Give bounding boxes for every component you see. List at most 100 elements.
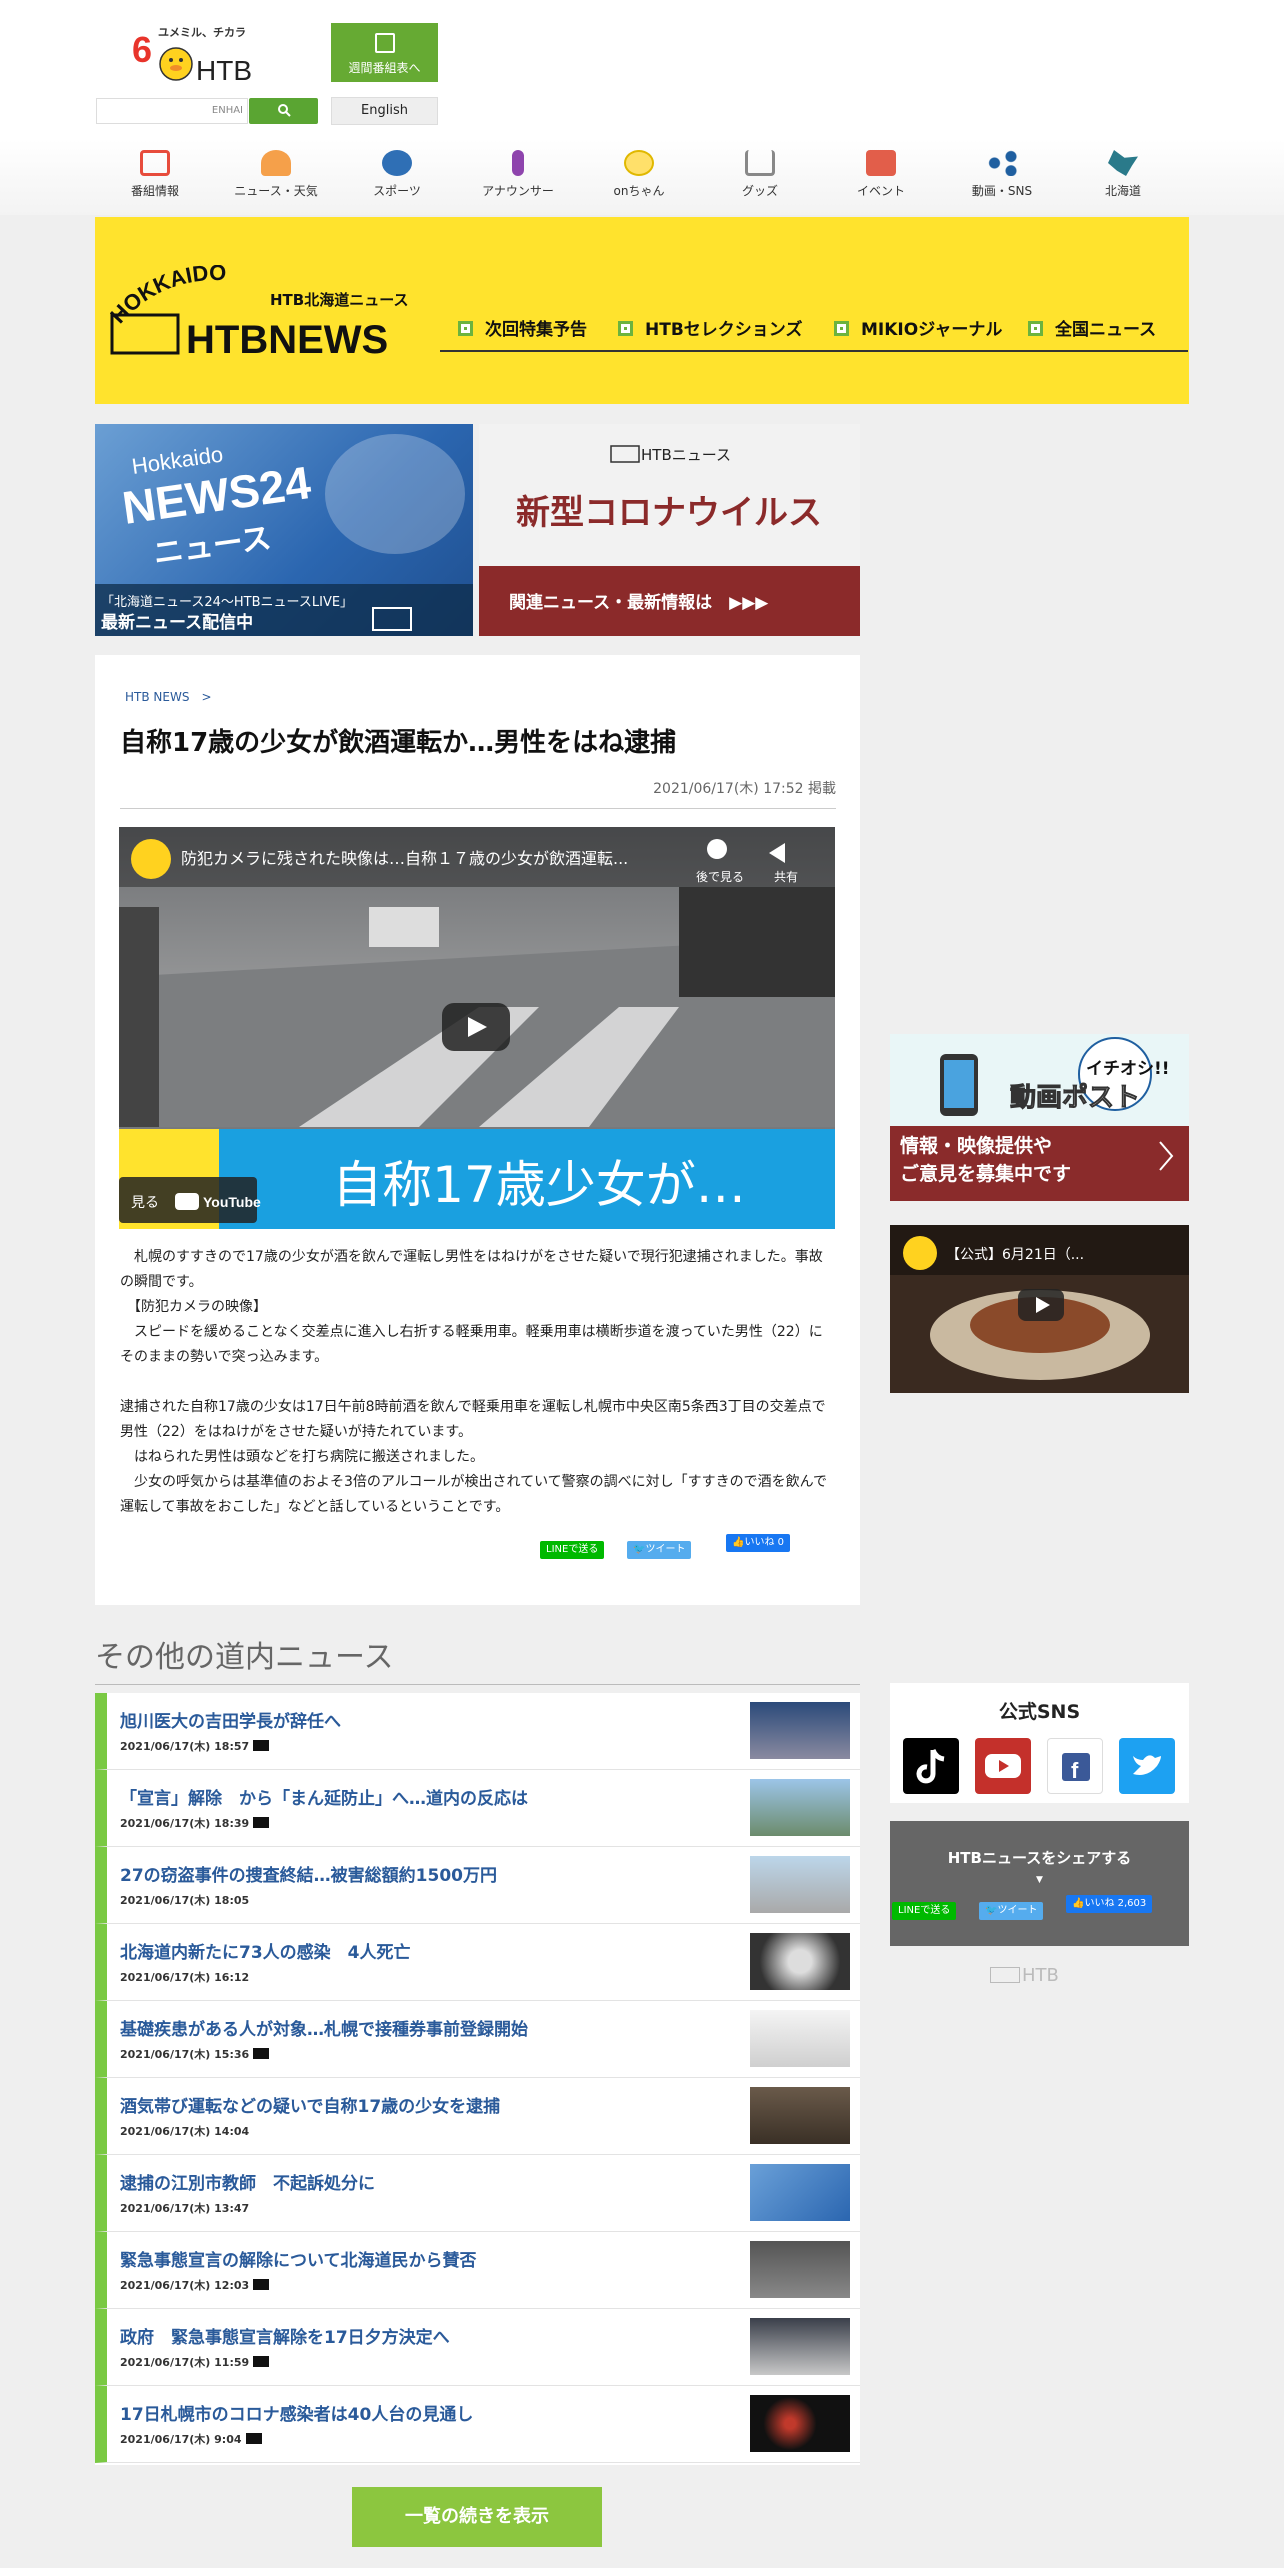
list-thumbnail[interactable] [750,1856,850,1913]
youtube-player[interactable]: 防犯カメラに残された映像は…自称１７歳の少女が飲酒運転... 後で見る 共有 自… [119,827,835,1229]
tab-next-feature[interactable]: 次回特集予告 [458,315,587,340]
tiktok-icon[interactable] [903,1738,959,1794]
list-thumbnail[interactable] [750,2010,850,2067]
logo-sub: HTB北海道ニュース [270,291,408,309]
list-thumbnail[interactable] [750,2395,850,2452]
list-item[interactable]: 政府 緊急事態宣言解除を17日夕方決定へ 2021/06/17(木) 11:59 [95,2309,860,2386]
tab-national-news[interactable]: 全国ニュース [1028,315,1156,340]
sidebar-facebook-like-button[interactable]: 👍いいね 2,603 [1066,1895,1153,1913]
list-item-title[interactable]: 北海道内新たに73人の感染 4人死亡 [120,1938,411,1963]
list-item[interactable]: 基礎疾患がある人が対象…札幌で接種券事前登録開始 2021/06/17(木) 15… [95,2001,860,2078]
list-item[interactable]: 27の窃盗事件の捜査終結…被害総額約1500万円 2021/06/17(木) 18… [95,1847,860,1924]
logo-news: HTBNEWS [186,318,388,362]
breadcrumb[interactable]: HTB NEWS > [125,688,212,705]
search-placeholder: ENHAI [211,105,243,116]
list-thumbnail[interactable] [750,1779,850,1836]
list-item-date: 2021/06/17(木) 15:36 [120,2048,250,2061]
list-item-title[interactable]: 基礎疾患がある人が対象…札幌で接種券事前登録開始 [120,2015,528,2040]
nav-item-onchan[interactable]: onちゃん [579,150,699,199]
news24-sub: ニュース [151,521,273,572]
sidebar-tweet-button[interactable]: 🐦ツイート [979,1902,1044,1920]
list-thumbnail[interactable] [750,1933,850,1990]
list-item-title[interactable]: 27の窃盗事件の捜査終結…被害総額約1500万円 [120,1861,497,1886]
tweet-label: ツイート [997,1905,1038,1916]
line-share-label: LINEで送る [898,1905,951,1916]
banner-divider [440,350,1188,352]
list-thumbnail[interactable] [750,2318,850,2375]
list-item[interactable]: 逮捕の江別市教師 不起訴処分に 2021/06/17(木) 13:47 [95,2155,860,2232]
list-item[interactable]: 緊急事態宣言の解除について北海道民から賛否 2021/06/17(木) 12:03 [95,2232,860,2309]
hokkaido-map-icon [1108,150,1138,176]
sns-title: 公式SNS [998,1701,1081,1723]
list-thumbnail[interactable] [750,1702,850,1759]
list-item-title[interactable]: 旭川医大の吉田学長が辞任へ [120,1707,341,1732]
sidebar-line-share-button[interactable]: LINEで送る [892,1902,957,1920]
list-thumbnail[interactable] [750,2087,850,2144]
share-title-text: HTBニュースをシェアする [947,1849,1132,1867]
tab-mikio-journal[interactable]: MIKIOジャーナル [834,315,1002,340]
tab-htb-selections[interactable]: HTBセレクションズ [618,315,802,340]
news24-caption2: 最新ニュース配信中 [101,612,253,633]
list-item[interactable]: 「宣言」解除 から「まん延防止」へ…道内の反応は 2021/06/17(木) 18… [95,1770,860,1847]
htb-footer-logo[interactable]: HTB [990,1965,1059,1986]
list-thumbnail[interactable] [750,2164,850,2221]
youtube-icon [175,1193,199,1210]
facebook-icon[interactable]: f [1047,1738,1103,1794]
list-item[interactable]: 酒気帯び運転などの疑いで自称17歳の少女を逮捕 2021/06/17(木) 14:… [95,2078,860,2155]
list-item-title[interactable]: 17日札幌市のコロナ感染者は40人台の見通し [120,2400,473,2425]
youtube-icon[interactable] [975,1738,1031,1794]
search-input[interactable]: ENHAI [96,98,248,124]
htb-news-logo[interactable]: HOKKAIDO HTB北海道ニュース HTBNEWS [105,260,420,375]
nav-label: 番組情報 [130,184,179,198]
facebook-like-button[interactable]: 👍いいね 0 [726,1534,790,1552]
weekly-schedule-button[interactable]: 週間番組表へ [331,23,438,82]
cart-icon [745,150,775,176]
logo-channel: 6 [132,29,152,70]
news24-banner[interactable]: Hokkaido NEWS24 ニュース 「北海道ニュース24～HTBニュースL… [95,424,473,636]
list-thumbnail[interactable] [750,2241,850,2298]
video-icon [253,1817,270,1828]
list-item[interactable]: 旭川医大の吉田学長が辞任へ 2021/06/17(木) 18:57 [95,1693,860,1770]
watch-later-label: 後で見る [696,870,744,884]
corona-title: 新型コロナウイルス [516,493,822,533]
video-icon [253,2048,270,2059]
nav-item-video-sns[interactable]: 動画・SNS [942,150,1062,199]
list-item-title[interactable]: 「宣言」解除 から「まん延防止」へ…道内の反応は [120,1784,528,1809]
nav-item-programs[interactable]: 番組情報 [95,150,215,199]
htb-footer-text: HTB [1022,1965,1059,1986]
list-item-title[interactable]: 政府 緊急事態宣言解除を17日夕方決定へ [120,2323,450,2348]
nav-item-event[interactable]: イベント [821,150,941,199]
video-post-banner[interactable]: イチオシ!! 動画ポスト 情報・映像提供や ご意見を募集中です [890,1034,1189,1201]
list-item-date: 2021/06/17(木) 13:47 [120,2202,250,2215]
line-share-button[interactable]: LINEで送る [540,1541,605,1559]
english-button[interactable]: English [331,97,438,125]
sidebar-youtube-player[interactable]: 【公式】6月21日（... [890,1225,1189,1393]
twitter-icon: 🐦 [633,1544,646,1555]
nav-item-hokkaido[interactable]: 北海道 [1063,150,1183,199]
nav-item-announcer[interactable]: アナウンサー [458,150,578,199]
list-item-title[interactable]: 逮捕の江別市教師 不起訴処分に [120,2169,375,2194]
nav-item-sports[interactable]: スポーツ [337,150,457,199]
search-button[interactable] [249,98,318,124]
htb-logo[interactable]: 6 ユメミル、チカラ HTB [128,20,288,86]
video-icon [253,2279,270,2290]
breadcrumb-link[interactable]: HTB NEWS [125,690,189,704]
other-news-list: 旭川医大の吉田学長が辞任へ 2021/06/17(木) 18:57 「宣言」解除 … [95,1693,860,2465]
video-icon [253,2356,270,2367]
list-item[interactable]: 17日札幌市のコロナ感染者は40人台の見通し 2021/06/17(木) 9:04 [95,2386,860,2463]
tab-label: HTBセレクションズ [645,320,803,340]
list-item-title[interactable]: 酒気帯び運転などの疑いで自称17歳の少女を逮捕 [120,2092,500,2117]
like-label: いいね 2,603 [1084,1898,1147,1909]
thumbs-up-icon: 👍 [732,1537,745,1548]
list-item[interactable]: 北海道内新たに73人の感染 4人死亡 2021/06/17(木) 16:12 [95,1924,860,2001]
youtube-label: YouTube [203,1194,261,1210]
tweet-button[interactable]: 🐦ツイート [627,1541,692,1559]
list-item-date: 2021/06/17(木) 14:04 [120,2125,250,2138]
nav-item-goods[interactable]: グッズ [700,150,820,199]
corona-banner[interactable]: HTBニュース 新型コロナウイルス 関連ニュース・最新情報は ▶▶▶ [479,424,860,636]
twitter-icon[interactable] [1119,1738,1175,1794]
list-item-title[interactable]: 緊急事態宣言の解除について北海道民から賛否 [120,2246,477,2271]
show-more-button[interactable]: 一覧の続きを表示 [352,2487,602,2547]
douga-text2: ご意見を募集中です [900,1162,1071,1185]
nav-item-news-weather[interactable]: ニュース・天気 [216,150,336,199]
